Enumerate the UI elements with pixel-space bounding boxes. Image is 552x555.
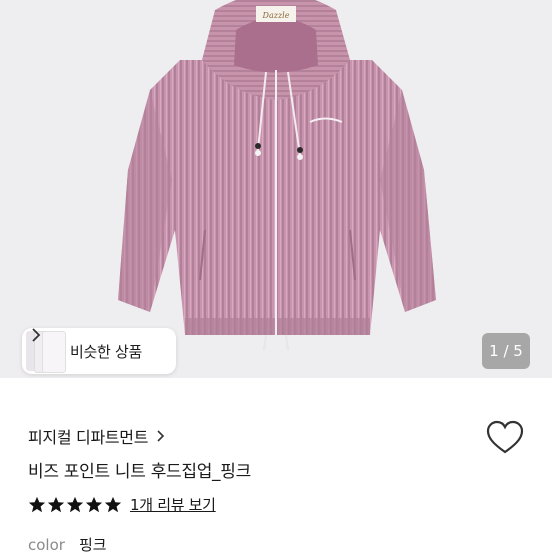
heart-outline-icon[interactable] [486,420,524,456]
rating-stars [28,496,122,514]
star-filled-icon [28,496,46,512]
chevron-right-icon [32,328,41,342]
star-filled-icon [47,496,65,512]
brand-tag: Dazzle [262,11,290,20]
similar-products-button[interactable]: 비슷한 상품 [22,328,176,374]
rating-row: 1개 리뷰 보기 [28,494,216,515]
color-label: color [28,535,65,554]
similar-products-label: 비슷한 상품 [70,342,142,361]
shop-name: 피지컬 디파트먼트 [28,428,149,447]
star-filled-icon [66,496,84,512]
star-filled-icon [104,496,122,512]
chevron-right-icon [157,430,165,442]
review-link[interactable]: 1개 리뷰 보기 [130,494,216,515]
product-title: 비즈 포인트 니트 후드집업_핑크 [28,462,251,482]
image-counter: 1 / 5 [482,333,530,369]
star-filled-icon [85,496,103,512]
shop-link[interactable]: 피지컬 디파트먼트 [28,424,166,448]
product-image: Dazzle [118,0,436,351]
product-image-gallery[interactable]: Dazzle 비슷한 상품 1 / 5 [0,0,552,378]
